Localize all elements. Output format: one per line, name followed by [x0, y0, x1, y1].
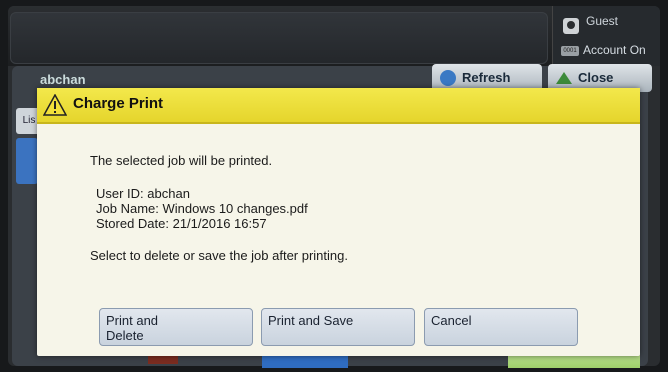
stored-date-text: Stored Date: 21/1/2016 16:57 — [96, 216, 267, 231]
message-area — [10, 12, 548, 64]
account-icon: 0001 — [561, 46, 579, 56]
print-and-delete-label-line1: Print and — [106, 313, 159, 328]
dialog-header: Charge Print — [37, 88, 640, 124]
top-bar: Guest 0001 Account On — [8, 6, 660, 66]
cancel-label: Cancel — [431, 313, 472, 328]
guest-label: Guest — [586, 14, 619, 28]
dialog-message: The selected job will be printed. — [90, 153, 273, 168]
login-button[interactable]: Guest 0001 Account On — [552, 6, 660, 66]
instruction-text: Select to delete or save the job after p… — [90, 248, 348, 263]
job-selection-marker — [16, 138, 38, 184]
user-id-text: User ID: abchan — [96, 186, 190, 201]
cancel-button[interactable]: Cancel — [424, 308, 578, 346]
user-icon — [563, 18, 579, 34]
close-icon — [556, 72, 572, 84]
account-label: Account On — [583, 43, 646, 57]
print-and-delete-button[interactable]: Print and Delete — [99, 308, 253, 346]
print-and-save-button[interactable]: Print and Save — [261, 308, 415, 346]
charge-print-dialog: Charge Print The selected job will be pr… — [37, 88, 640, 356]
print-and-delete-label-line2: Delete — [106, 328, 144, 343]
background-user-label: abchan — [40, 72, 86, 87]
warning-icon — [43, 94, 67, 116]
print-and-save-label: Print and Save — [268, 313, 354, 328]
dialog-title: Charge Print — [73, 95, 164, 112]
refresh-icon — [440, 70, 456, 86]
job-name-text: Job Name: Windows 10 changes.pdf — [96, 201, 308, 216]
